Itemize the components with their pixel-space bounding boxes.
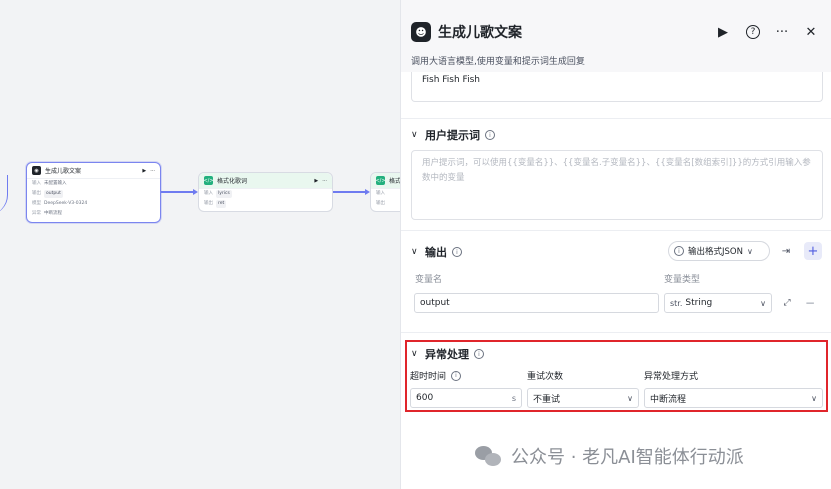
row-value: ret	[216, 200, 227, 208]
user-prompt-input[interactable]: 用户提示词，可以使用{{变量名}}、{{变量名.子变量名}}、{{变量名[数组索…	[411, 150, 823, 220]
row-value: 中断流程	[44, 211, 62, 216]
row-key: 输入	[376, 191, 385, 196]
str-icon: str.	[670, 298, 683, 308]
system-prompt-section: Fish Fish Fish	[401, 72, 831, 118]
node-title: 生成儿歌文案	[45, 168, 82, 175]
panel-header: ☻ 生成儿歌文案 ▶ ? ··· ✕ 调用大语言模型,使用变量和提示词生成回复	[401, 0, 831, 72]
chevron-down-icon: ∨	[411, 130, 418, 140]
output-header[interactable]: ∨ 输出 i	[411, 244, 462, 260]
edge-incoming	[0, 175, 8, 215]
info-icon[interactable]: i	[485, 130, 495, 140]
var-name-value: output	[420, 298, 450, 308]
panel-title: 生成儿歌文案	[438, 25, 522, 41]
row-key: 输入	[32, 181, 41, 186]
row-value: output	[44, 190, 63, 198]
code-icon: </>	[203, 176, 214, 185]
node-title: 格式化歌词	[217, 178, 248, 185]
workflow-canvas[interactable]: ◉ 生成儿歌文案 ▶ ··· 输入 未配置输入 输出 output 模型 DeepSe…	[0, 0, 400, 489]
more-icon[interactable]: ···	[772, 22, 792, 42]
close-icon[interactable]: ✕	[801, 22, 821, 42]
run-icon[interactable]: ▶	[314, 178, 318, 184]
var-type-value: String	[685, 298, 713, 308]
row-key: 输入	[204, 191, 213, 196]
row-key: 输出	[376, 201, 385, 206]
run-icon[interactable]: ▶	[713, 22, 733, 42]
user-prompt-header[interactable]: ∨ 用户提示词 i	[411, 127, 495, 143]
row-key: 异常	[32, 211, 41, 216]
edge	[161, 191, 193, 193]
more-icon[interactable]: ···	[322, 178, 327, 184]
user-prompt-section: ∨ 用户提示词 i 用户提示词，可以使用{{变量名}}、{{变量名.子变量名}}…	[401, 118, 831, 230]
row-value: lyrics	[216, 190, 232, 198]
row-key: 输出	[204, 201, 213, 206]
section-title: 输出	[425, 246, 447, 259]
output-var-type-select[interactable]: str. String ∨	[664, 293, 772, 313]
row-value: DeepSeek-V3-0324	[44, 201, 88, 206]
info-icon: i	[674, 246, 684, 256]
output-format-button[interactable]: i 输出格式JSON ∨	[668, 241, 770, 261]
output-section: ∨ 输出 i i 输出格式JSON ∨ ⇥ + 变量名 变量类型 output …	[401, 230, 831, 332]
code-icon: </>	[375, 176, 386, 185]
edge	[333, 191, 365, 193]
panel-description: 调用大语言模型,使用变量和提示词生成回复	[411, 57, 585, 67]
section-title: 用户提示词	[425, 129, 480, 142]
row-key: 输出	[32, 191, 41, 196]
row-key: 模型	[32, 201, 41, 206]
bot-icon: ☻	[411, 22, 431, 42]
remove-icon[interactable]: −	[801, 294, 819, 312]
watermark: 公众号 · 老凡AI智能体行动派	[475, 443, 744, 469]
chevron-down-icon: ∨	[760, 298, 766, 308]
run-icon[interactable]: ▶	[142, 168, 146, 174]
highlight-box	[405, 340, 828, 412]
col-var-name: 变量名	[415, 275, 443, 285]
watermark-text: 公众号 · 老凡AI智能体行动派	[511, 447, 744, 468]
expand-icon[interactable]: ⤢	[778, 294, 796, 312]
system-prompt-value: Fish Fish Fish	[422, 75, 480, 85]
bot-icon: ◉	[32, 166, 41, 175]
workflow-node-llm[interactable]: ◉ 生成儿歌文案 ▶ ··· 输入 未配置输入 输出 output 模型 DeepSe…	[26, 162, 161, 223]
more-icon[interactable]: ···	[150, 168, 155, 174]
row-value: 未配置输入	[44, 181, 67, 186]
chevron-down-icon: ∨	[746, 246, 753, 256]
system-prompt-input[interactable]: Fish Fish Fish	[411, 72, 823, 102]
workflow-node-code[interactable]: </> 格式化歌词 ▶ ··· 输入 lyrics 输出 ret	[198, 172, 333, 212]
workflow-node-code-2[interactable]: </> 格式 输入 输出	[370, 172, 400, 212]
import-icon[interactable]: ⇥	[777, 242, 795, 260]
node-title: 格式	[389, 178, 400, 185]
output-var-name-input[interactable]: output	[414, 293, 659, 313]
output-format-label: 输出格式JSON	[688, 247, 743, 257]
add-output-button[interactable]: +	[804, 242, 822, 260]
info-icon[interactable]: i	[452, 247, 462, 257]
chevron-down-icon: ∨	[411, 247, 418, 257]
help-icon[interactable]: ?	[743, 22, 763, 42]
wechat-icon	[475, 444, 503, 468]
user-prompt-placeholder: 用户提示词，可以使用{{变量名}}、{{变量名.子变量名}}、{{变量名[数组索…	[422, 158, 811, 183]
node-config-panel: ☻ 生成儿歌文案 ▶ ? ··· ✕ 调用大语言模型,使用变量和提示词生成回复 …	[400, 0, 831, 489]
col-var-type: 变量类型	[664, 275, 701, 285]
